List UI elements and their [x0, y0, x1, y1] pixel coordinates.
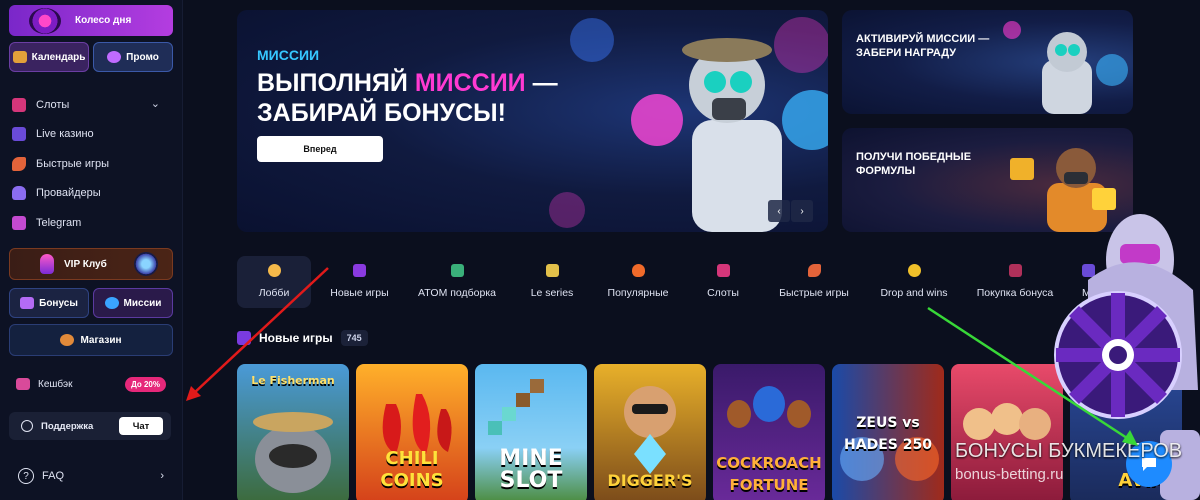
annotation-arrows — [186, 267, 1138, 446]
red-annotation-arrow — [192, 267, 329, 395]
green-annotation-arrow — [927, 306, 1131, 442]
green-arrowhead — [1122, 430, 1138, 446]
casino-page: Колесо дня Календарь Промо Слоты ⌄ Live … — [0, 0, 1200, 500]
